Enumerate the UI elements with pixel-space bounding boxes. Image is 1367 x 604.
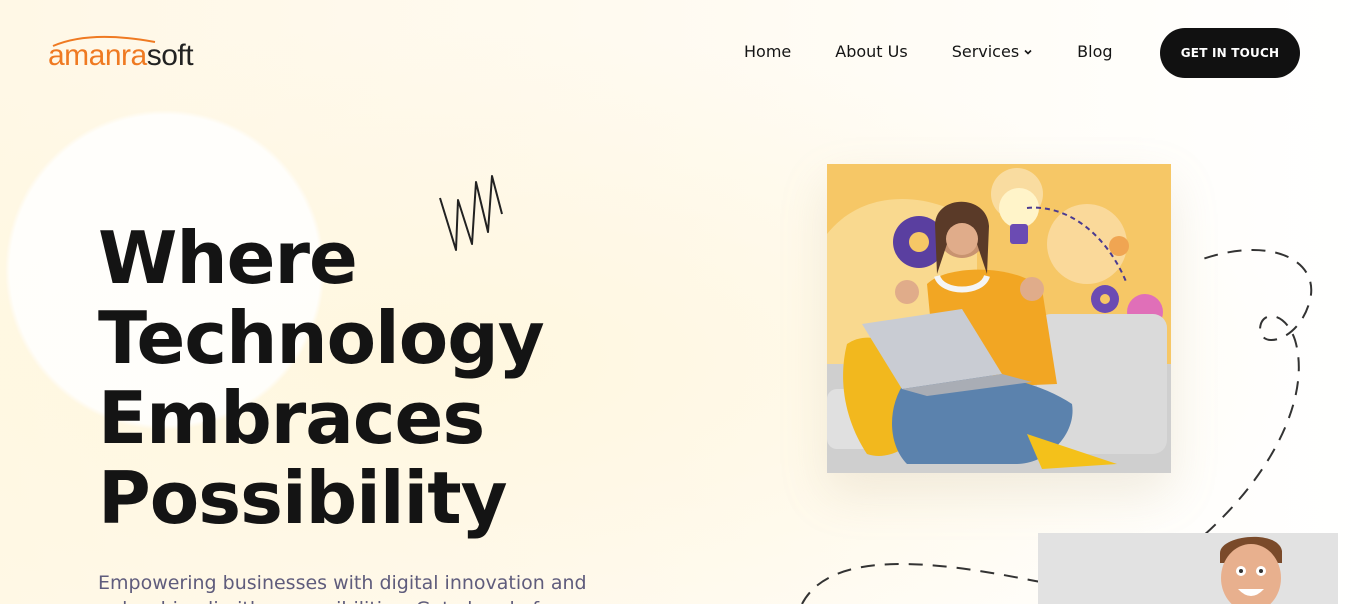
secondary-photo-man (1038, 533, 1338, 604)
nav-services[interactable]: Services (952, 40, 1033, 64)
page: amanrasoft Home About Us Services Blog G… (0, 0, 1367, 604)
get-in-touch-label: GET IN TOUCH (1180, 46, 1280, 60)
nav-home[interactable]: Home (744, 40, 791, 64)
surprised-man-image (1038, 533, 1338, 604)
hero-headline: Where Technology Embraces Possibility (98, 216, 545, 540)
logo-swoosh-icon (52, 35, 156, 47)
headline-line-2: Technology (98, 296, 545, 380)
nav-services-label: Services (951, 42, 1020, 61)
nav-about-label: About Us (835, 42, 908, 61)
hero-photo-woman-laptop (827, 164, 1171, 473)
get-in-touch-button[interactable]: GET IN TOUCH (1160, 28, 1300, 78)
chevron-down-icon (1024, 49, 1032, 55)
nav-home-label: Home (744, 42, 792, 61)
nav-blog[interactable]: Blog (1077, 40, 1112, 64)
logo[interactable]: amanrasoft (48, 35, 194, 76)
headline-line-3: Embraces (98, 376, 485, 460)
woman-laptop-image (827, 164, 1171, 473)
hero-subtitle: Empowering businesses with digital innov… (98, 572, 588, 604)
main-nav: Home About Us Services Blog (744, 40, 1157, 64)
headline-line-1: Where (98, 216, 358, 300)
nav-blog-label: Blog (1077, 42, 1113, 61)
headline-line-4: Possibility (98, 456, 508, 540)
nav-about-us[interactable]: About Us (835, 40, 907, 64)
